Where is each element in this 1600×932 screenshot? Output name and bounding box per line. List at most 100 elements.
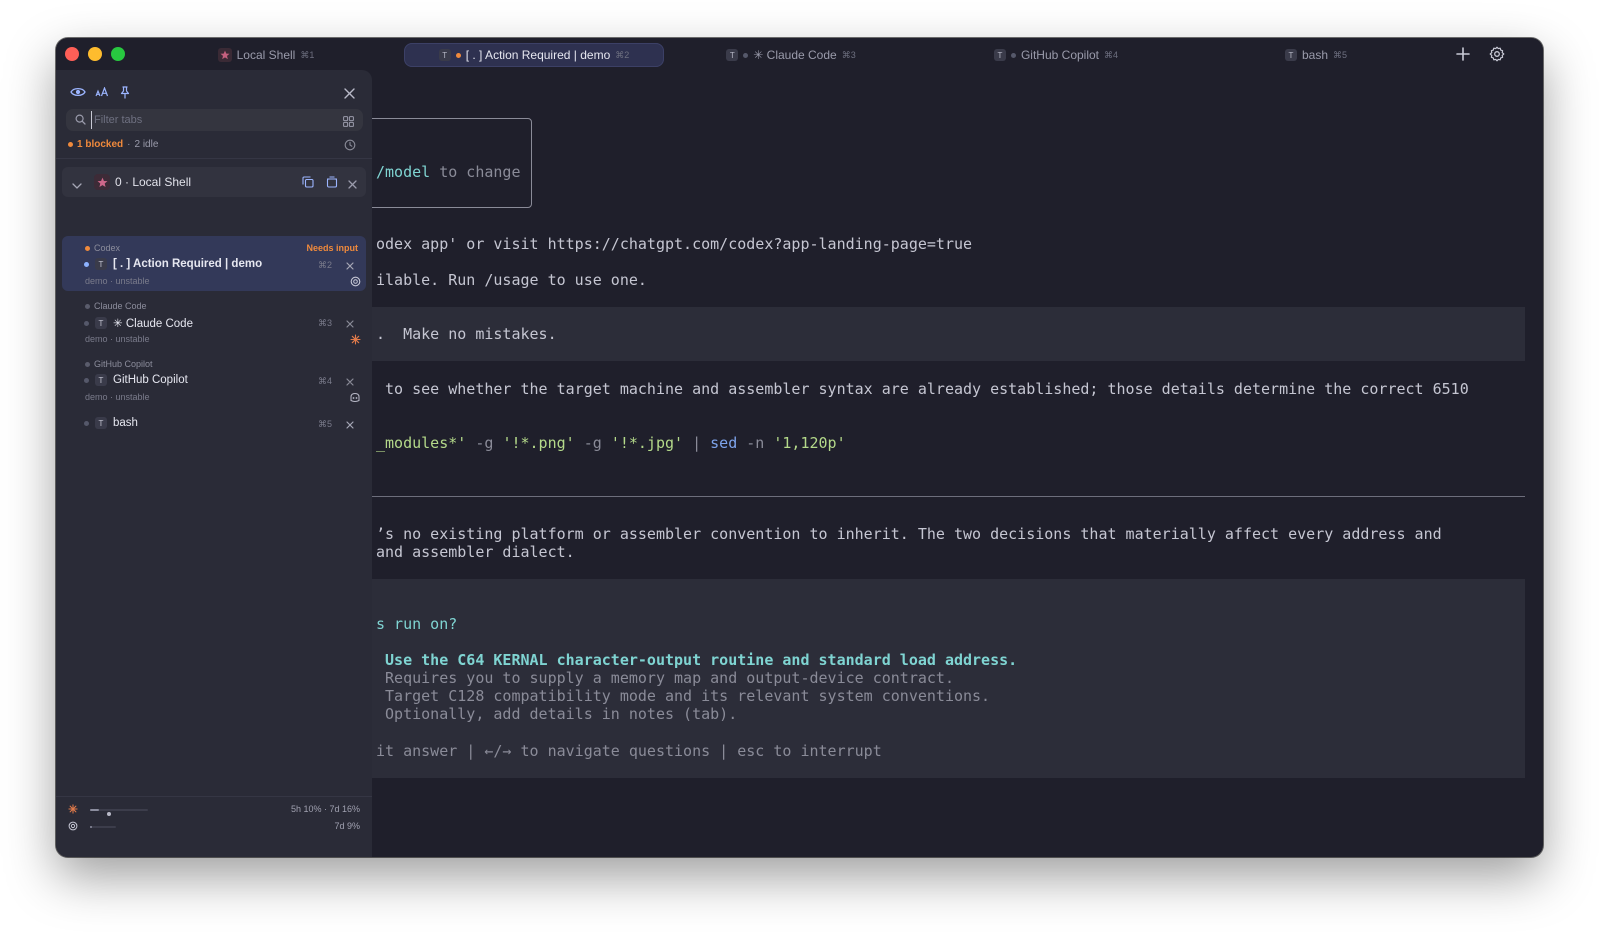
close-tab-button[interactable] bbox=[344, 260, 356, 272]
history-icon bbox=[344, 139, 356, 151]
tab-shortcut: ⌘1 bbox=[300, 49, 315, 60]
tab-shortcut: ⌘2 bbox=[615, 49, 630, 60]
tab-shortcut: ⌘3 bbox=[841, 49, 856, 60]
codex-app-line: odex app' or visit https://chatgpt.com/c… bbox=[376, 235, 973, 253]
tab-bash[interactable]: T bash ⌘5 bbox=[1271, 43, 1361, 67]
close-icon bbox=[346, 421, 354, 429]
duplicate-group-button[interactable] bbox=[302, 175, 314, 193]
tab-group-local-shell[interactable]: 0 · Local Shell bbox=[62, 167, 366, 197]
star-icon bbox=[94, 174, 110, 190]
new-tab-button[interactable] bbox=[1454, 45, 1472, 63]
tab-github-copilot[interactable]: T GitHub Copilot ⌘4 bbox=[981, 43, 1131, 67]
terminal-badge-icon: T bbox=[438, 49, 451, 61]
agent-message-line: to see whether the target machine and as… bbox=[376, 380, 1469, 398]
copy-icon bbox=[302, 176, 314, 188]
item-title-row: T GitHub Copilot bbox=[84, 374, 188, 386]
history-button[interactable] bbox=[343, 138, 357, 152]
status-dot bbox=[743, 52, 749, 58]
close-group-button[interactable] bbox=[348, 176, 357, 194]
agent-paragraph-line: ’s no existing platform or assembler con… bbox=[376, 525, 1442, 543]
search-icon bbox=[75, 114, 86, 125]
source-label: GitHub Copilot bbox=[94, 359, 153, 369]
sidebar-item-action-required[interactable]: Codex Needs input T [ . ] Action Require… bbox=[62, 236, 366, 291]
item-title: ✳ Claude Code bbox=[113, 318, 193, 330]
gear-icon bbox=[1489, 46, 1505, 62]
usage-line: ilable. Run /usage to use one. bbox=[376, 271, 647, 289]
cmd-part: | bbox=[683, 434, 711, 452]
option-line[interactable]: Target C128 compatibility mode and its r… bbox=[376, 687, 990, 705]
source-label: Codex bbox=[94, 243, 121, 253]
idle-count: 2 idle bbox=[134, 139, 159, 150]
chevron-down-icon[interactable] bbox=[72, 177, 82, 195]
claude-icon bbox=[349, 333, 361, 345]
tab-shortcut: ⌘4 bbox=[1104, 49, 1119, 60]
terminal-output[interactable]: /model to change odex app' or visit http… bbox=[366, 70, 1543, 857]
usage-row-claude: 5h 10% · 7d 16% bbox=[56, 804, 372, 818]
title-bar: Local Shell ⌘1 T [ . ] Action Required |… bbox=[56, 38, 1543, 70]
terminal-badge-icon: T bbox=[1284, 49, 1297, 61]
filter-tabs-input[interactable] bbox=[91, 111, 326, 129]
tab-action-required[interactable]: T [ . ] Action Required | demo ⌘2 bbox=[404, 43, 664, 67]
terminal-badge-icon: T bbox=[95, 317, 107, 329]
close-tab-button[interactable] bbox=[344, 376, 356, 388]
item-title-row: T ✳ Claude Code bbox=[84, 316, 193, 330]
status-dot bbox=[84, 320, 89, 326]
tab-local-shell[interactable]: Local Shell ⌘1 bbox=[206, 43, 326, 67]
tab-label: GitHub Copilot bbox=[1020, 48, 1100, 62]
selected-option[interactable]: Use the C64 KERNAL character-output rout… bbox=[376, 651, 1017, 669]
terminal-badge-icon: T bbox=[95, 258, 107, 270]
item-meta: demo · unstable bbox=[85, 334, 150, 344]
filter-tabs-box bbox=[66, 109, 363, 131]
visibility-toggle[interactable] bbox=[69, 85, 87, 99]
cmd-part: '!*.jpg' bbox=[610, 434, 684, 452]
item-title: [ . ] Action Required | demo bbox=[113, 258, 263, 270]
close-sidebar-button[interactable] bbox=[342, 86, 356, 100]
copilot-icon bbox=[349, 391, 361, 403]
tab-label: [ . ] Action Required | demo bbox=[465, 48, 611, 62]
font-size-icon bbox=[95, 87, 109, 97]
close-icon bbox=[346, 262, 354, 270]
close-window-button[interactable] bbox=[65, 47, 79, 61]
blocked-dot bbox=[68, 142, 73, 147]
usage-row-openai: 7d 9% bbox=[56, 821, 372, 835]
question-text: s run on? bbox=[376, 615, 458, 633]
close-icon bbox=[346, 320, 354, 328]
usage-text: 5h 10% · 7d 16% bbox=[290, 804, 360, 814]
option-line[interactable]: Requires you to supply a memory map and … bbox=[376, 669, 954, 687]
minimize-window-button[interactable] bbox=[88, 47, 102, 61]
blocked-count: 1 blocked bbox=[77, 139, 124, 150]
usage-bar-fill bbox=[90, 826, 93, 828]
openai-icon bbox=[68, 821, 78, 833]
sidebar-item-claude-code[interactable]: Claude Code T ✳ Claude Code ⌘3 demo · un… bbox=[62, 294, 366, 349]
tab-claude-code[interactable]: T ✳ Claude Code ⌘3 bbox=[716, 43, 866, 67]
cmd-part: '!*.png' bbox=[502, 434, 575, 452]
agent-paragraph-line: and assembler dialect. bbox=[376, 543, 575, 561]
status-separator: · bbox=[127, 139, 131, 150]
grid-view-button[interactable] bbox=[343, 114, 354, 132]
item-title-row: T [ . ] Action Required | demo bbox=[84, 258, 262, 270]
item-shortcut: ⌘5 bbox=[317, 419, 332, 429]
option-line[interactable]: Optionally, add details in notes (tab). bbox=[376, 705, 737, 723]
claude-icon bbox=[68, 804, 78, 816]
star-icon bbox=[217, 48, 232, 62]
openai-icon bbox=[349, 275, 361, 287]
settings-button[interactable] bbox=[1488, 45, 1506, 63]
session-status: 1 blocked · 2 idle bbox=[68, 139, 158, 150]
model-hint: /model to change bbox=[376, 163, 521, 181]
close-tab-button[interactable] bbox=[344, 318, 356, 330]
sidebar-item-bash[interactable]: T bash ⌘5 bbox=[62, 410, 366, 436]
close-tab-button[interactable] bbox=[344, 419, 356, 431]
font-size-toggle[interactable] bbox=[94, 85, 110, 99]
source-label: Claude Code bbox=[94, 301, 147, 311]
section-divider bbox=[372, 496, 1525, 497]
archive-group-button[interactable] bbox=[326, 175, 338, 193]
usage-divider bbox=[56, 796, 372, 797]
sidebar-item-github-copilot[interactable]: GitHub Copilot T GitHub Copilot ⌘4 demo … bbox=[62, 352, 366, 407]
item-source: Codex bbox=[85, 243, 120, 253]
pin-toggle[interactable] bbox=[118, 84, 132, 100]
tab-label: bash bbox=[1301, 48, 1328, 62]
group-label: 0 · Local Shell bbox=[115, 175, 192, 189]
zoom-window-button[interactable] bbox=[111, 47, 125, 61]
source-status-dot bbox=[85, 303, 90, 309]
sidebar-divider bbox=[56, 158, 372, 159]
